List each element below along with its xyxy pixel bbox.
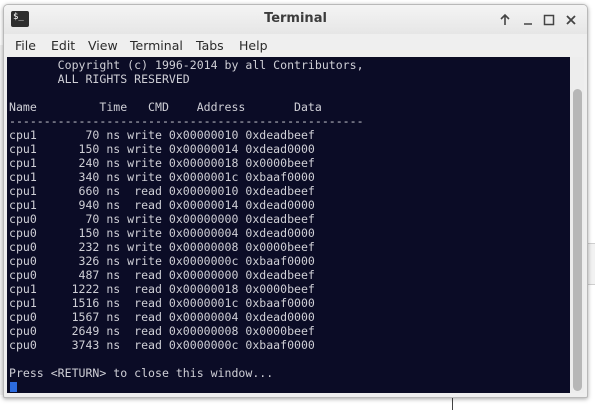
menu-tabs[interactable]: Tabs [196, 38, 224, 53]
terminal-window: $_ Terminal File Edit View Terminal Tabs… [3, 4, 588, 398]
minimize-icon[interactable] [520, 12, 536, 28]
background-divider [452, 396, 453, 410]
maximize-icon[interactable] [541, 12, 557, 28]
menu-bar: File Edit View Terminal Tabs Help [4, 35, 587, 57]
menu-view[interactable]: View [88, 38, 118, 53]
up-icon[interactable] [497, 12, 513, 28]
menu-file[interactable]: File [15, 38, 36, 53]
text-cursor [10, 382, 17, 392]
terminal-output[interactable]: Copyright (c) 1996-2014 by all Contribut… [7, 57, 570, 393]
menu-help[interactable]: Help [239, 38, 268, 53]
scrollbar-thumb[interactable] [573, 89, 582, 391]
menu-terminal[interactable]: Terminal [130, 38, 183, 53]
title-bar[interactable]: $_ Terminal [4, 5, 587, 34]
menu-edit[interactable]: Edit [51, 38, 75, 53]
close-icon[interactable] [563, 12, 579, 28]
terminal-text: Copyright (c) 1996-2014 by all Contribut… [9, 58, 364, 380]
